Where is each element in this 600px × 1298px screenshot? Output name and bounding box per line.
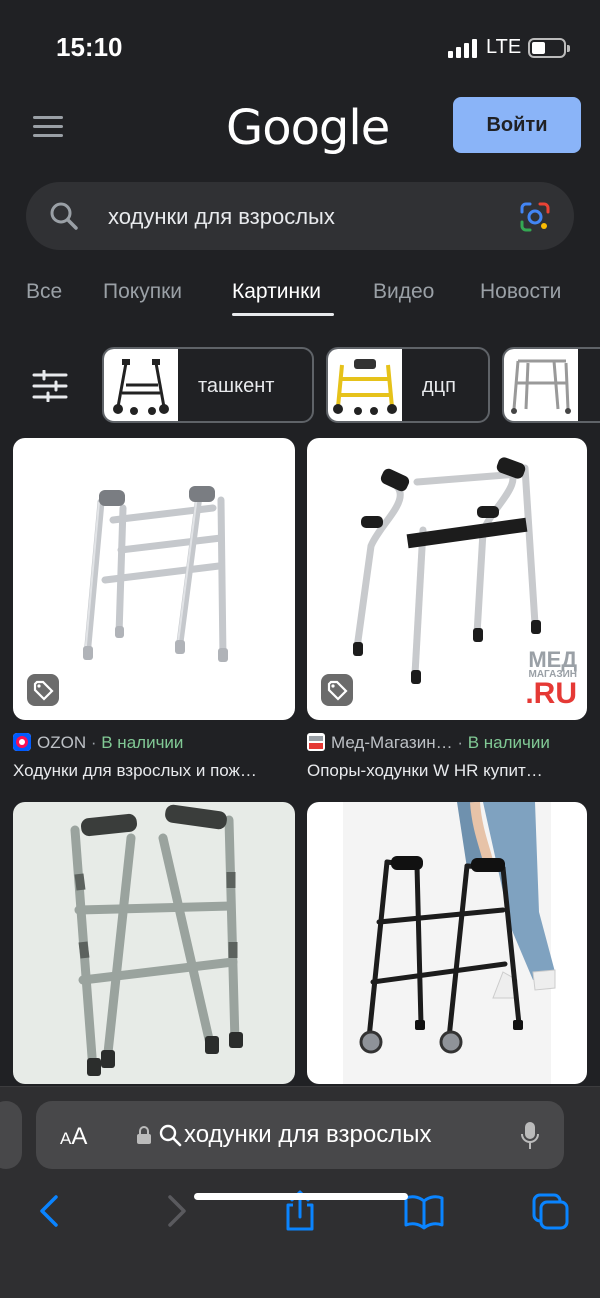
signal-icon — [448, 38, 478, 58]
menu-icon[interactable] — [33, 116, 63, 138]
med-magazin-logo-icon — [307, 733, 325, 751]
tab-news[interactable]: Новости — [480, 280, 561, 304]
tab-all[interactable]: Все — [26, 280, 62, 304]
result-source[interactable]: Мед-Магазин… · В наличии — [307, 733, 550, 753]
walker-thumbnail — [504, 349, 578, 421]
lock-icon — [137, 1126, 151, 1144]
source-name: OZON — [37, 733, 87, 752]
microphone-icon[interactable] — [520, 1121, 540, 1151]
status-time: 15:10 — [56, 32, 123, 62]
separator: · — [457, 733, 463, 752]
tab-images[interactable]: Картинки — [232, 280, 321, 304]
search-box[interactable]: ходунки для взрослых — [26, 182, 574, 250]
filter-icon[interactable] — [32, 370, 68, 402]
status-bar: 15:10 LTE — [0, 0, 600, 90]
chip-dcp[interactable]: дцп — [326, 347, 490, 423]
search-input[interactable]: ходунки для взрослых — [108, 204, 335, 230]
chip-label: дцп — [422, 375, 456, 397]
google-logo[interactable]: Google — [226, 100, 390, 156]
folding-walker-image — [70, 804, 243, 1076]
battery-icon — [528, 38, 570, 58]
bookmarks-icon[interactable] — [404, 1189, 444, 1233]
google-lens-icon[interactable] — [518, 200, 552, 234]
result-title[interactable]: Ходунки для взрослых и пож… — [13, 761, 288, 781]
home-indicator — [194, 1193, 408, 1200]
tab-shopping[interactable]: Покупки — [103, 280, 182, 304]
chip-walker[interactable] — [502, 347, 600, 423]
result-title[interactable]: Опоры-ходунки W HR купит… — [307, 761, 582, 781]
source-name: Мед-Магазин… — [331, 733, 453, 752]
search-icon — [159, 1124, 182, 1147]
product-tag-icon — [321, 674, 353, 706]
gait-trainer-thumbnail — [328, 349, 402, 421]
previous-tab-preview[interactable] — [0, 1101, 22, 1169]
result-source[interactable]: OZON · В наличии — [13, 733, 183, 753]
browser-toolbar: AA ходунки для взрослых — [0, 1086, 600, 1298]
ozon-logo-icon — [13, 733, 31, 751]
image-result-2[interactable]: МЕД МАГАЗИН .RU — [307, 438, 587, 720]
separator: · — [90, 733, 97, 752]
active-tab-indicator — [232, 313, 334, 316]
tab-videos[interactable]: Видео — [373, 280, 434, 304]
chip-label: ташкент — [198, 375, 275, 397]
watermark: МЕД МАГАЗИН .RU — [525, 647, 577, 710]
text-size-button[interactable]: AA — [60, 1123, 87, 1151]
tabs-icon[interactable] — [530, 1189, 570, 1233]
image-result-4[interactable] — [307, 802, 587, 1084]
image-result-3[interactable] — [13, 802, 295, 1084]
back-icon[interactable] — [30, 1189, 70, 1233]
forward-icon[interactable] — [156, 1189, 196, 1233]
search-tabs: Все Покупки Картинки Видео Новости — [0, 272, 600, 322]
walker-with-wheels-image — [343, 802, 556, 1084]
chip-tashkent[interactable]: ташкент — [102, 347, 314, 423]
product-tag-icon — [27, 674, 59, 706]
search-icon[interactable] — [48, 200, 80, 232]
network-type: LTE — [486, 36, 522, 58]
signin-button[interactable]: Войти — [453, 97, 581, 153]
image-result-1[interactable] — [13, 438, 295, 720]
rollator-thumbnail — [104, 349, 178, 421]
availability-badge: В наличии — [467, 733, 550, 752]
address-text[interactable]: ходунки для взрослых — [184, 1121, 432, 1149]
availability-badge: В наличии — [101, 733, 184, 752]
address-bar[interactable]: AA ходунки для взрослых — [36, 1101, 564, 1169]
